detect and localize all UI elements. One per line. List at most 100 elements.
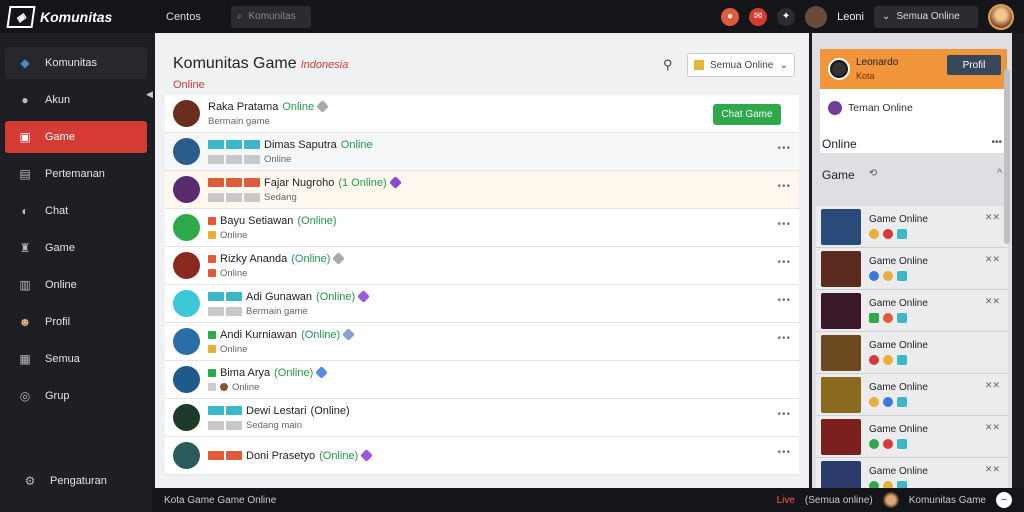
game-stats-icons	[869, 439, 928, 449]
list-item[interactable]: Rizky Ananda (Online) Online •••	[165, 247, 799, 285]
more-options-icon[interactable]: •••	[777, 409, 791, 420]
list-item[interactable]: Raka Pratama Online Bermain game Chat Ga…	[165, 95, 799, 133]
scrollbar[interactable]	[1004, 69, 1010, 244]
online-section-header[interactable]: Online •••	[822, 137, 1002, 151]
sort-select[interactable]: Semua Online ⌄	[687, 53, 795, 77]
list-item[interactable]: Dimas Saputra Online Online •••	[165, 133, 799, 171]
badge-icon	[342, 328, 356, 341]
avatar[interactable]	[988, 3, 1014, 30]
more-options-icon[interactable]: ✕✕	[985, 296, 1000, 307]
more-options-icon[interactable]: •••	[777, 219, 791, 230]
member-list: Raka Pratama Online Bermain game Chat Ga…	[165, 95, 799, 475]
notification-icon[interactable]: ●	[721, 7, 740, 26]
game-stats-icons	[869, 271, 928, 281]
member-name: Bayu Setiawan	[220, 214, 294, 227]
recent-friend-item[interactable]: Teman Online	[820, 89, 1007, 127]
game-stats-icons	[869, 397, 928, 407]
list-item[interactable]: Adi Gunawan (Online) Bermain game •••	[165, 285, 799, 323]
more-options-icon[interactable]: •••	[777, 295, 791, 306]
member-status: (Online)	[310, 404, 350, 417]
profile-name: Leonardo	[856, 57, 899, 68]
sidebar-item-label: Grup	[45, 390, 70, 402]
sidebar-item-online[interactable]: ▥ Online	[5, 269, 147, 301]
profile-button[interactable]: Profil	[947, 55, 1001, 75]
sidebar-item-grup[interactable]: ◎ Grup	[5, 380, 147, 412]
sidebar-item-game-2[interactable]: ♜ Game	[5, 232, 147, 264]
more-options-icon[interactable]: •••	[991, 137, 1002, 151]
game-thumbnail	[821, 418, 861, 455]
page-title-text: Komunitas Game	[173, 55, 297, 72]
app-logo[interactable]: ◈ Komunitas	[0, 5, 152, 28]
search-input[interactable]: ⌕ Komunitas	[230, 5, 311, 28]
list-item[interactable]: Dewi Lestari (Online) Sedang main •••	[165, 399, 799, 437]
recent-friend-label: Teman Online	[848, 102, 913, 114]
more-options-icon[interactable]: ✕✕	[985, 380, 1000, 391]
list-item[interactable]: Fajar Nugroho (1 Online) Sedang •••	[165, 171, 799, 209]
member-activity: Sedang main	[246, 419, 302, 431]
message-icon[interactable]: ✉	[749, 7, 768, 26]
list-item[interactable]: Bima Arya (Online) Online	[165, 361, 799, 399]
sidebar-item-komunitas[interactable]: ◆ Komunitas	[5, 47, 147, 79]
list-item[interactable]: Doni Prasetyo (Online) •••	[165, 437, 799, 475]
sort-select-value: Semua Online	[710, 59, 774, 71]
game-item[interactable]: Game Online ✕✕	[816, 374, 1008, 416]
page-title-tag: Indonesia	[300, 59, 349, 71]
settings-icon[interactable]: ✦	[777, 7, 796, 26]
sidebar-item-chat[interactable]: ◐ Chat	[5, 195, 147, 227]
more-options-icon[interactable]: •••	[777, 257, 791, 268]
user-avatar-small[interactable]	[805, 5, 828, 28]
game-item[interactable]: Game Online ✕✕	[816, 248, 1008, 290]
game-title: Game Online	[869, 298, 928, 309]
top-username[interactable]: Leoni	[837, 11, 864, 23]
minimize-icon[interactable]: −	[996, 492, 1012, 508]
sidebar-item-semua[interactable]: ▦ Semua	[5, 343, 147, 375]
sidebar-item-settings[interactable]: ⚙ Pengaturan	[10, 465, 107, 497]
footer-right: Live (Semua online) Komunitas Game −	[777, 488, 1012, 512]
footer-bar: Kota Game Game Online Live (Semua online…	[152, 488, 1024, 512]
chevron-up-icon[interactable]: ^	[997, 168, 1002, 182]
filter-icon	[694, 60, 704, 70]
profile-card-header: Leonardo Kota Profil	[820, 49, 1007, 89]
sidebar-item-label: Pertemanan	[45, 168, 105, 180]
game-section-header[interactable]: Game ⟲ ^	[822, 168, 1002, 182]
sidebar-item-pertemanan[interactable]: ▤ Pertemanan	[5, 158, 147, 190]
more-options-icon[interactable]: •••	[777, 143, 791, 154]
game-item[interactable]: Game Online ✕✕	[816, 206, 1008, 248]
list-item[interactable]: Andi Kurniawan (Online) Online •••	[165, 323, 799, 361]
footer-left-text: Kota Game Game Online	[164, 494, 277, 506]
message-icon: ◐	[21, 204, 29, 218]
top-nav-link[interactable]: Centos	[166, 11, 201, 23]
more-options-icon[interactable]: ✕✕	[985, 254, 1000, 265]
more-options-icon[interactable]: ✕✕	[985, 464, 1000, 475]
live-indicator[interactable]: Live	[777, 495, 795, 506]
game-item[interactable]: Game Online ✕✕	[816, 290, 1008, 332]
more-options-icon[interactable]: •••	[777, 333, 791, 344]
game-title: Game Online	[869, 214, 928, 225]
member-activity: Sedang	[264, 191, 297, 203]
group-icon: ◎	[19, 389, 31, 403]
sidebar-item-akun[interactable]: ● Akun	[5, 84, 147, 116]
game-stats-icons	[869, 313, 928, 323]
more-options-icon[interactable]: •••	[777, 447, 791, 458]
more-options-icon[interactable]: •••	[777, 181, 791, 192]
game-item[interactable]: Game Online	[816, 332, 1008, 374]
sidebar-item-label: Semua	[45, 353, 80, 365]
game-thumbnail	[821, 208, 861, 245]
member-status: (Online)	[291, 252, 331, 265]
pin-icon[interactable]: ⚲	[663, 57, 673, 73]
more-options-icon[interactable]: ✕✕	[985, 422, 1000, 433]
footer-user[interactable]: Komunitas Game	[909, 495, 986, 506]
sidebar-item-game[interactable]: ▣ Game	[5, 121, 147, 153]
online-filter-select[interactable]: ⌄ Semua Online	[874, 5, 978, 28]
shield-icon: ◆	[20, 56, 30, 70]
status-icon	[208, 368, 216, 377]
chat-game-button[interactable]: Chat Game	[713, 104, 781, 125]
avatar[interactable]	[882, 492, 899, 508]
sidebar-item-profil[interactable]: ☻ Profil	[5, 306, 147, 338]
rank-badges	[208, 451, 242, 460]
more-options-icon[interactable]: ✕✕	[985, 212, 1000, 223]
refresh-icon[interactable]: ⟲	[869, 168, 877, 182]
game-item[interactable]: Game Online ✕✕	[816, 416, 1008, 458]
list-item[interactable]: Bayu Setiawan (Online) Online •••	[165, 209, 799, 247]
avatar[interactable]	[828, 58, 850, 80]
